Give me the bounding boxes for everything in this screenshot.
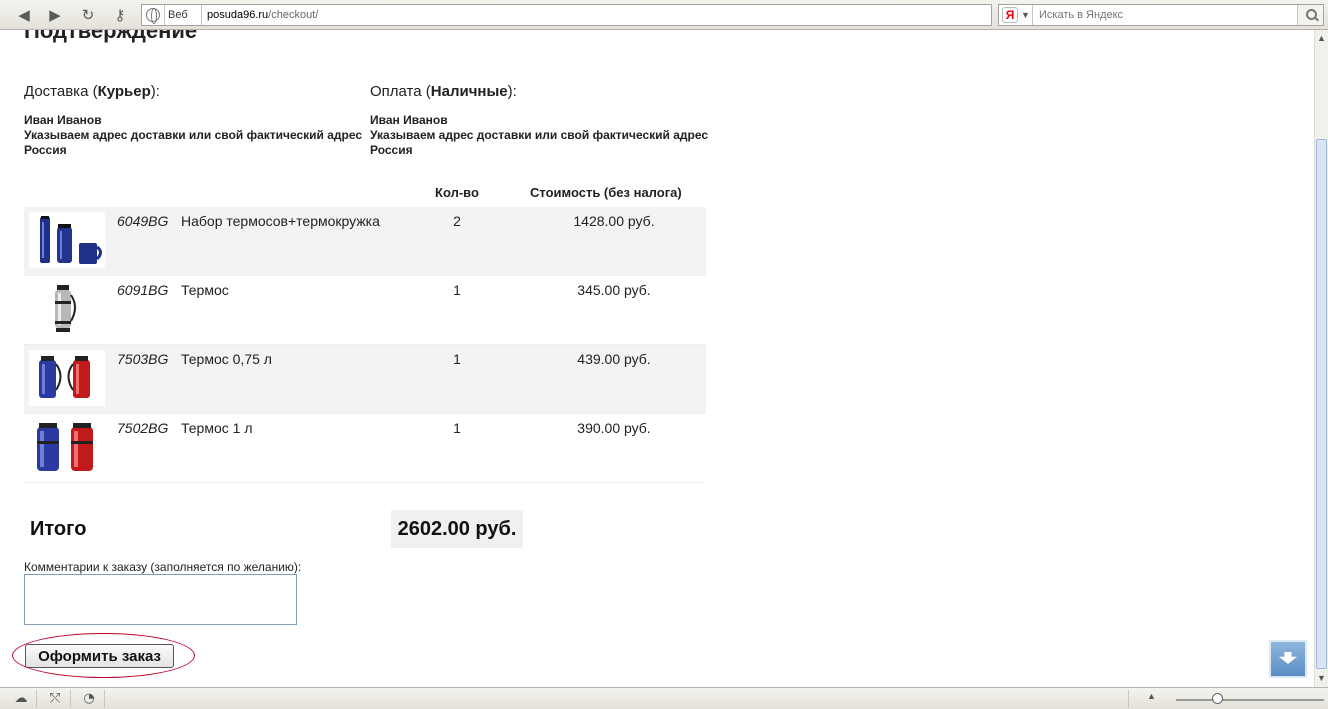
cloud-icon[interactable]: ☁	[13, 691, 29, 707]
product-sku: 7502BG	[117, 420, 169, 436]
payment-address: Иван Иванов Указываем адрес доставки или…	[370, 113, 708, 158]
key-icon[interactable]: ⚷	[110, 5, 130, 25]
product-image[interactable]	[29, 419, 105, 475]
product-price: 439.00 руб.	[577, 351, 651, 367]
status-divider	[1128, 690, 1129, 708]
scroll-down-button[interactable]	[1269, 640, 1307, 678]
comment-textarea[interactable]	[24, 574, 297, 625]
product-price: 1428.00 руб.	[573, 213, 655, 229]
page-title: Подтверждение	[24, 30, 198, 43]
url-path: /checkout/	[268, 9, 319, 21]
product-sku: 6049BG	[117, 213, 169, 229]
product-name[interactable]: Термос 1 л	[181, 420, 252, 436]
cost-header: Стоимость (без налога)	[530, 185, 682, 200]
address-bar[interactable]: Веб posuda96.ru/checkout/	[141, 4, 992, 26]
product-qty: 1	[453, 282, 461, 298]
product-qty: 2	[453, 213, 461, 229]
payment-address-line: Указываем адрес доставки или свой фактич…	[370, 128, 709, 142]
delivery-country: Россия	[24, 143, 67, 157]
payment-method: Наличные	[430, 83, 508, 100]
mode-label: Веб	[168, 9, 188, 21]
delivery-prefix: Доставка (	[24, 83, 98, 100]
thermos-pair-large-icon	[37, 423, 93, 471]
status-divider	[70, 690, 71, 708]
status-bar: ☁ ⤲ ◔ ▲	[0, 687, 1328, 709]
product-image[interactable]	[29, 281, 105, 337]
table-row: 7503BG Термос 0,75 л 1 439.00 руб.	[24, 345, 706, 414]
payment-prefix: Оплата (	[370, 83, 431, 100]
product-price: 390.00 руб.	[577, 420, 651, 436]
chevron-down-icon[interactable]: ▼	[1315, 672, 1328, 685]
thermos-set-icon	[40, 216, 102, 264]
product-image[interactable]	[29, 350, 105, 406]
chevron-up-icon[interactable]: ▲	[1147, 691, 1156, 701]
delivery-method: Курьер	[97, 83, 151, 100]
page-viewport: Подтверждение Доставка (Курьер): Оплата …	[0, 30, 1314, 687]
table-row: 6049BG Набор термосов+термокружка 2 1428…	[24, 207, 706, 276]
url-host: posuda96.ru	[207, 9, 269, 21]
payment-name: Иван Иванов	[370, 113, 448, 127]
product-image[interactable]	[29, 212, 105, 268]
product-qty: 1	[453, 420, 461, 436]
qty-header: Кол-во	[435, 185, 479, 200]
steel-thermos-icon	[55, 285, 76, 332]
delivery-suffix: ):	[150, 83, 160, 100]
reload-icon[interactable]: ↻	[78, 5, 98, 25]
product-sku: 7503BG	[117, 351, 169, 367]
payment-country: Россия	[370, 143, 413, 157]
chevron-up-icon[interactable]: ▲	[1315, 32, 1328, 45]
payment-suffix: ):	[507, 83, 517, 100]
chevron-down-icon[interactable]: ▼	[1021, 10, 1030, 20]
browser-toolbar: ◀ ▶ ↻ ⚷ Веб posuda96.ru/checkout/ Я ▼	[0, 0, 1328, 30]
delivery-address-line: Указываем адрес доставки или свой фактич…	[24, 128, 363, 142]
delivery-title: Доставка (Курьер):	[24, 83, 160, 100]
product-name[interactable]: Термос	[181, 282, 229, 298]
total-label: Итого	[30, 518, 87, 540]
zoom-slider-knob[interactable]	[1212, 693, 1223, 704]
table-row: 7502BG Термос 1 л 1 390.00 руб.	[24, 414, 706, 483]
search-icon[interactable]	[1297, 5, 1323, 25]
back-arrow-icon[interactable]: ◀	[14, 5, 34, 25]
address-divider	[201, 5, 202, 25]
scrollbar-thumb[interactable]	[1316, 139, 1327, 669]
product-price: 345.00 руб.	[577, 282, 651, 298]
product-name[interactable]: Термос 0,75 л	[181, 351, 272, 367]
zoom-slider[interactable]	[1176, 699, 1324, 701]
delivery-address: Иван Иванов Указываем адрес доставки или…	[24, 113, 362, 158]
globe-icon	[146, 8, 160, 24]
highlight-ring	[12, 633, 195, 678]
vertical-scrollbar[interactable]: ▲ ▼	[1314, 30, 1328, 687]
thermos-pair-icon	[39, 356, 90, 398]
table-row: 6091BG Термос 1 345.00 руб.	[24, 276, 706, 345]
url-text[interactable]: posuda96.ru/checkout/	[207, 9, 318, 21]
yandex-logo-icon[interactable]: Я	[1002, 7, 1018, 23]
comment-label: Комментарии к заказу (заполняется по жел…	[24, 560, 302, 574]
status-divider	[36, 690, 37, 708]
payment-title: Оплата (Наличные):	[370, 83, 517, 100]
delivery-name: Иван Иванов	[24, 113, 102, 127]
product-qty: 1	[453, 351, 461, 367]
search-input[interactable]	[1032, 5, 1297, 25]
search-box: Я ▼	[998, 4, 1324, 26]
address-divider	[164, 5, 165, 25]
product-sku: 6091BG	[117, 282, 169, 298]
share-icon[interactable]: ⤲	[47, 691, 63, 707]
total-value: 2602.00 руб.	[391, 510, 523, 548]
forward-arrow-icon[interactable]: ▶	[45, 5, 65, 25]
product-name[interactable]: Набор термосов+термокружка	[181, 213, 380, 229]
speedometer-icon[interactable]: ◔	[81, 691, 97, 707]
status-divider	[104, 690, 105, 708]
